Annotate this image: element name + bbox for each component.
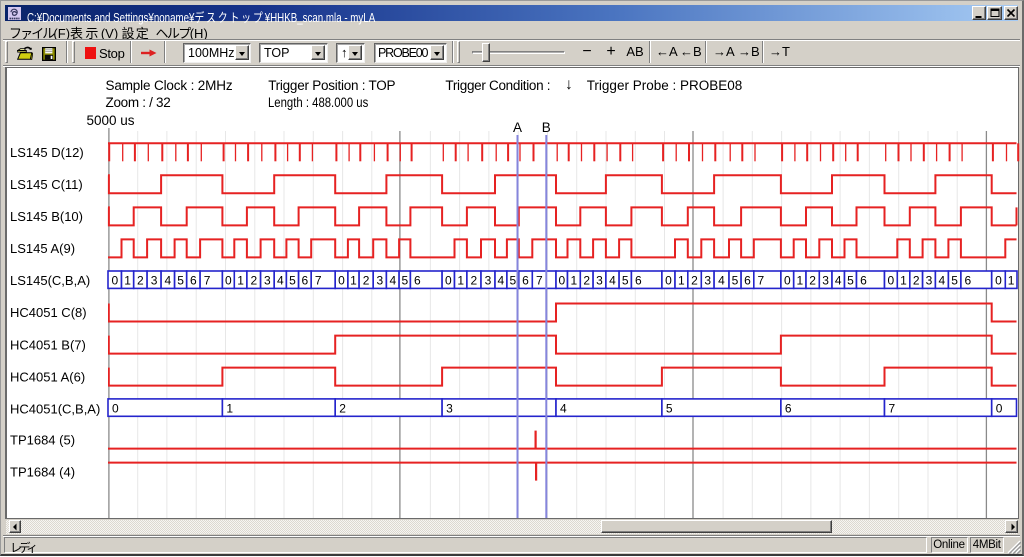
svg-text:1: 1 (226, 402, 233, 416)
svg-text:5: 5 (509, 274, 516, 288)
svg-text:0: 0 (338, 274, 345, 288)
svg-text:2: 2 (250, 274, 257, 288)
svg-text:7: 7 (757, 274, 764, 288)
svg-text:1: 1 (457, 274, 464, 288)
svg-text:4: 4 (560, 402, 567, 416)
svg-text:0: 0 (225, 274, 232, 288)
svg-text:6: 6 (744, 274, 751, 288)
svg-text:2: 2 (471, 274, 478, 288)
svg-text:4: 4 (389, 274, 396, 288)
svg-text:5: 5 (951, 274, 958, 288)
svg-text:LS145 B(10): LS145 B(10) (10, 209, 83, 224)
svg-text:1: 1 (350, 274, 357, 288)
svg-text:5: 5 (401, 274, 408, 288)
svg-text:4: 4 (164, 274, 171, 288)
svg-text:3: 3 (376, 274, 383, 288)
svg-text:7: 7 (889, 402, 896, 416)
svg-text:LS145(C,B,A): LS145(C,B,A) (10, 273, 90, 288)
svg-text:6: 6 (860, 274, 867, 288)
svg-text:TP1684 (5): TP1684 (5) (10, 432, 75, 447)
svg-text:7: 7 (204, 274, 211, 288)
svg-text:LS145 C(11): LS145 C(11) (10, 177, 83, 192)
svg-text:4: 4 (939, 274, 946, 288)
svg-text:LS145 D(12): LS145 D(12) (10, 145, 84, 160)
svg-text:LS145 A(9): LS145 A(9) (10, 241, 75, 256)
svg-text:0: 0 (888, 274, 895, 288)
svg-text:4: 4 (498, 274, 505, 288)
svg-text:HC4051(C,B,A): HC4051(C,B,A) (10, 401, 100, 416)
svg-text:0: 0 (995, 274, 1002, 288)
svg-text:1: 1 (900, 274, 907, 288)
svg-text:2: 2 (137, 274, 144, 288)
svg-text:1: 1 (124, 274, 131, 288)
svg-text:2: 2 (339, 402, 346, 416)
svg-text:6: 6 (522, 274, 529, 288)
svg-text:6: 6 (190, 274, 197, 288)
svg-text:4: 4 (835, 274, 842, 288)
svg-text:3: 3 (264, 274, 271, 288)
svg-text:6: 6 (965, 274, 972, 288)
svg-text:0: 0 (111, 274, 118, 288)
svg-text:5: 5 (177, 274, 184, 288)
svg-text:5: 5 (289, 274, 296, 288)
svg-text:0: 0 (558, 274, 565, 288)
svg-text:3: 3 (596, 274, 603, 288)
svg-text:5: 5 (732, 274, 739, 288)
svg-text:HC4051 B(7): HC4051 B(7) (10, 337, 86, 352)
svg-text:2: 2 (913, 274, 920, 288)
svg-text:3: 3 (446, 402, 453, 416)
svg-text:5: 5 (847, 274, 854, 288)
svg-text:5: 5 (622, 274, 629, 288)
svg-text:0: 0 (996, 402, 1003, 416)
svg-text:3: 3 (926, 274, 933, 288)
svg-text:2: 2 (583, 274, 590, 288)
svg-text:6: 6 (785, 402, 792, 416)
svg-text:1: 1 (797, 274, 804, 288)
svg-text:HC4051 A(6): HC4051 A(6) (10, 369, 85, 384)
svg-text:3: 3 (822, 274, 829, 288)
svg-text:TP1684 (4): TP1684 (4) (10, 464, 75, 479)
svg-text:0: 0 (784, 274, 791, 288)
svg-text:3: 3 (485, 274, 492, 288)
svg-text:B: B (542, 120, 551, 135)
svg-text:7: 7 (536, 274, 543, 288)
svg-text:A: A (513, 120, 522, 135)
svg-text:0: 0 (445, 274, 452, 288)
svg-text:2: 2 (691, 274, 698, 288)
svg-text:HC4051 C(8): HC4051 C(8) (10, 305, 87, 320)
svg-text:6: 6 (302, 274, 309, 288)
svg-text:0: 0 (112, 402, 119, 416)
svg-text:7: 7 (315, 274, 322, 288)
svg-text:1: 1 (237, 274, 244, 288)
svg-text:3: 3 (151, 274, 158, 288)
svg-text:4: 4 (718, 274, 725, 288)
svg-text:2: 2 (809, 274, 816, 288)
svg-text:1: 1 (678, 274, 685, 288)
svg-text:5: 5 (666, 402, 673, 416)
svg-text:6: 6 (414, 274, 421, 288)
svg-text:4: 4 (277, 274, 284, 288)
svg-text:3: 3 (704, 274, 711, 288)
svg-text:0: 0 (665, 274, 672, 288)
svg-text:6: 6 (635, 274, 642, 288)
svg-text:4: 4 (609, 274, 616, 288)
svg-text:2: 2 (363, 274, 370, 288)
svg-text:1: 1 (571, 274, 578, 288)
svg-text:1: 1 (1008, 274, 1015, 288)
